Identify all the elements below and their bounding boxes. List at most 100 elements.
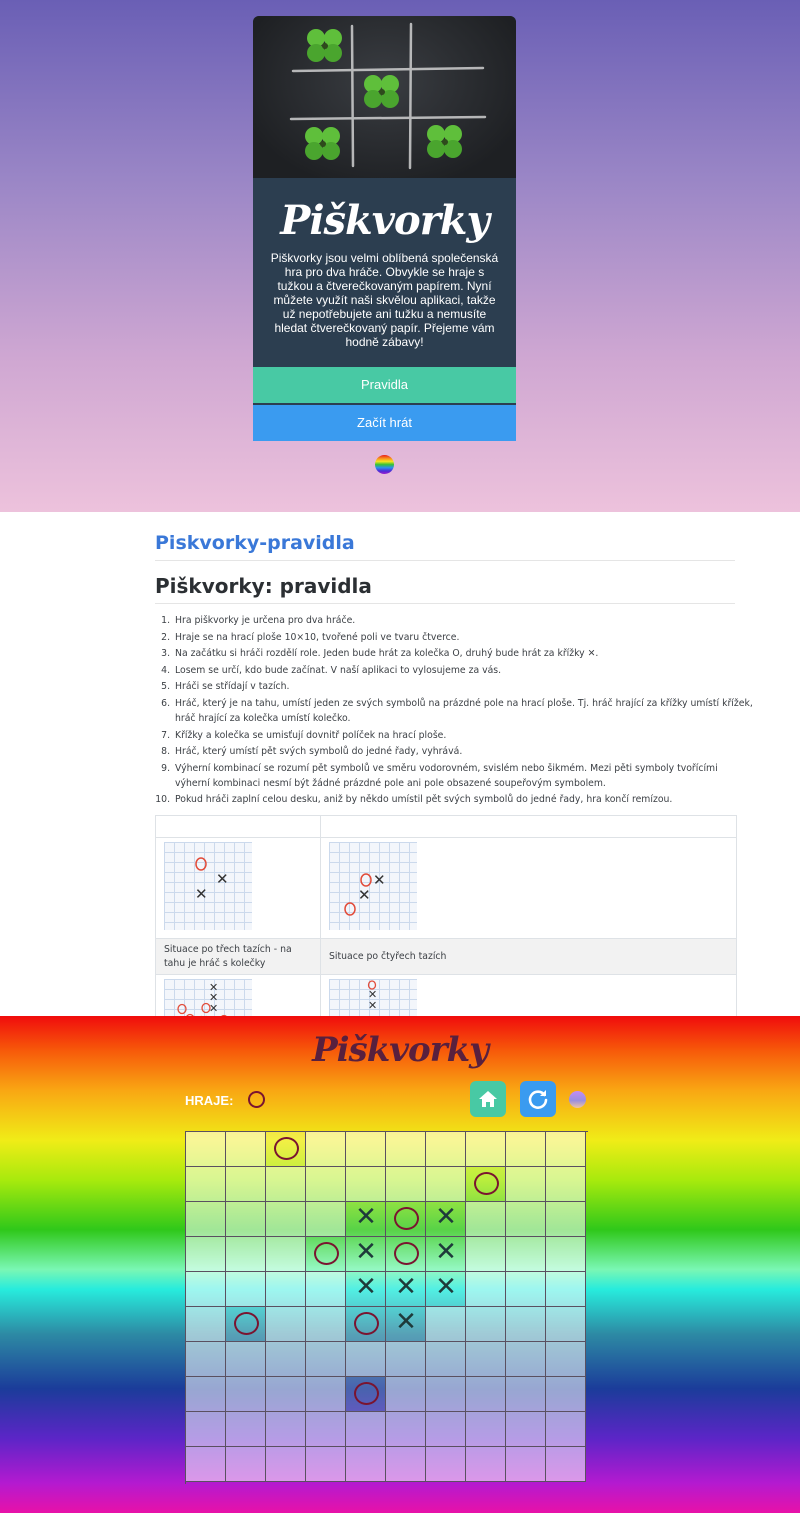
board-cell[interactable] [386, 1167, 426, 1202]
board-cell[interactable] [266, 1412, 306, 1447]
board-cell[interactable] [186, 1412, 226, 1447]
board-cell[interactable] [546, 1202, 586, 1237]
board-cell[interactable] [226, 1307, 266, 1342]
home-button[interactable] [470, 1081, 506, 1117]
board-cell[interactable] [186, 1377, 226, 1412]
board-cell[interactable] [466, 1237, 506, 1272]
board-cell[interactable] [546, 1377, 586, 1412]
board-cell[interactable] [186, 1202, 226, 1237]
board-cell[interactable] [346, 1132, 386, 1167]
board-cell[interactable] [306, 1447, 346, 1482]
board-cell[interactable] [506, 1237, 546, 1272]
reset-button[interactable] [520, 1081, 556, 1117]
board-cell[interactable] [266, 1447, 306, 1482]
board-cell[interactable] [226, 1202, 266, 1237]
board-cell[interactable] [426, 1342, 466, 1377]
board-cell[interactable] [426, 1307, 466, 1342]
rainbow-ball-icon[interactable] [375, 455, 394, 474]
board-cell[interactable] [426, 1447, 466, 1482]
board-cell[interactable] [466, 1377, 506, 1412]
board-cell[interactable] [306, 1237, 346, 1272]
board-cell[interactable] [426, 1167, 466, 1202]
board-cell[interactable] [466, 1167, 506, 1202]
board-cell[interactable] [506, 1202, 546, 1237]
board-cell[interactable] [306, 1412, 346, 1447]
board-cell[interactable]: ✕ [426, 1237, 466, 1272]
board-cell[interactable] [506, 1377, 546, 1412]
board-cell[interactable] [346, 1342, 386, 1377]
theme-ball-icon[interactable] [569, 1091, 586, 1108]
board-cell[interactable] [506, 1307, 546, 1342]
board-cell[interactable] [546, 1342, 586, 1377]
board-cell[interactable] [266, 1237, 306, 1272]
board-cell[interactable] [466, 1202, 506, 1237]
board-cell[interactable] [466, 1272, 506, 1307]
rules-button[interactable]: Pravidla [253, 367, 516, 403]
board-cell[interactable] [186, 1272, 226, 1307]
board-cell[interactable] [546, 1447, 586, 1482]
board-cell[interactable] [186, 1167, 226, 1202]
board-cell[interactable] [386, 1342, 426, 1377]
board-cell[interactable] [186, 1132, 226, 1167]
board-cell[interactable] [386, 1412, 426, 1447]
board-cell[interactable] [506, 1272, 546, 1307]
board-cell[interactable] [506, 1447, 546, 1482]
board-cell[interactable] [306, 1272, 346, 1307]
board-cell[interactable]: ✕ [346, 1272, 386, 1307]
board-cell[interactable]: ✕ [346, 1202, 386, 1237]
board-cell[interactable]: ✕ [346, 1237, 386, 1272]
board-cell[interactable] [226, 1412, 266, 1447]
board-cell[interactable] [546, 1167, 586, 1202]
board-cell[interactable] [266, 1377, 306, 1412]
board-cell[interactable] [386, 1377, 426, 1412]
board-cell[interactable] [386, 1447, 426, 1482]
board-cell[interactable] [266, 1272, 306, 1307]
board-cell[interactable] [346, 1412, 386, 1447]
board-cell[interactable] [346, 1307, 386, 1342]
board-cell[interactable] [186, 1342, 226, 1377]
board-cell[interactable] [266, 1202, 306, 1237]
board-cell[interactable] [266, 1307, 306, 1342]
board-cell[interactable] [346, 1377, 386, 1412]
board-cell[interactable] [466, 1132, 506, 1167]
board-cell[interactable] [466, 1447, 506, 1482]
board-cell[interactable] [346, 1447, 386, 1482]
board-cell[interactable] [506, 1132, 546, 1167]
board-cell[interactable] [386, 1132, 426, 1167]
board-cell[interactable] [266, 1167, 306, 1202]
board-cell[interactable] [546, 1132, 586, 1167]
board-cell[interactable]: ✕ [426, 1272, 466, 1307]
board-cell[interactable] [506, 1342, 546, 1377]
board-cell[interactable]: ✕ [386, 1272, 426, 1307]
board-cell[interactable] [266, 1132, 306, 1167]
board-cell[interactable] [506, 1412, 546, 1447]
board-cell[interactable] [306, 1342, 346, 1377]
board-cell[interactable] [426, 1132, 466, 1167]
board-cell[interactable] [466, 1342, 506, 1377]
board-cell[interactable] [546, 1412, 586, 1447]
start-game-button[interactable]: Začít hrát [253, 405, 516, 441]
board-cell[interactable] [226, 1377, 266, 1412]
board-cell[interactable] [306, 1167, 346, 1202]
board-cell[interactable]: ✕ [426, 1202, 466, 1237]
board-cell[interactable] [306, 1307, 346, 1342]
board-cell[interactable] [306, 1377, 346, 1412]
board-cell[interactable] [306, 1132, 346, 1167]
board-cell[interactable] [386, 1202, 426, 1237]
board-cell[interactable] [186, 1307, 226, 1342]
board-cell[interactable] [506, 1167, 546, 1202]
board-cell[interactable] [226, 1237, 266, 1272]
board-cell[interactable] [346, 1167, 386, 1202]
board-cell[interactable] [306, 1202, 346, 1237]
board-cell[interactable] [186, 1237, 226, 1272]
board-cell[interactable] [226, 1342, 266, 1377]
board-cell[interactable] [546, 1272, 586, 1307]
board-cell[interactable] [426, 1377, 466, 1412]
board-cell[interactable] [466, 1412, 506, 1447]
board-cell[interactable] [546, 1307, 586, 1342]
board-cell[interactable] [466, 1307, 506, 1342]
rules-brand[interactable]: Piskvorky-pravidla [155, 532, 355, 554]
board-cell[interactable] [226, 1132, 266, 1167]
board-cell[interactable] [226, 1167, 266, 1202]
board-cell[interactable] [546, 1237, 586, 1272]
